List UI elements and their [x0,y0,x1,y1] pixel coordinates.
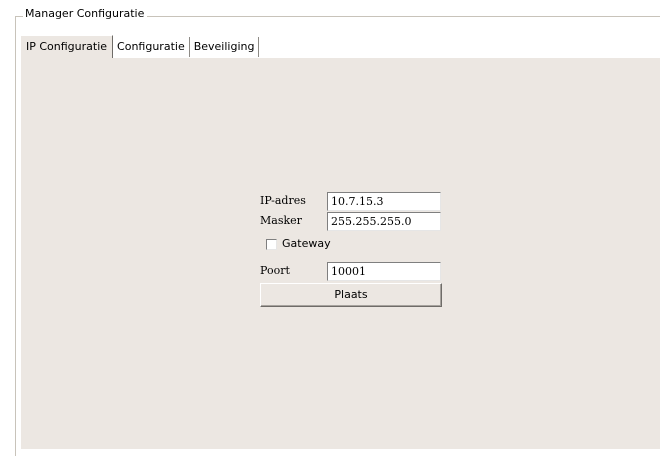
place-button[interactable]: Plaats [260,283,442,307]
group-title: Manager Configuratie [23,7,148,21]
gateway-label: Gateway [282,237,331,250]
ip-address-label: IP-adres [260,194,306,207]
tab-beveiliging[interactable]: Beveiliging [189,37,260,57]
tab-panel-ip-configuratie: IP-adres 10.7.15.3 Masker 255.255.255.0 … [20,57,660,449]
tab-strip: IP Configuratie Configuratie Beveiliging [20,35,260,58]
mask-label: Masker [260,214,302,227]
mask-field[interactable]: 255.255.255.0 [327,212,441,231]
port-label: Poort [260,264,290,277]
gateway-checkbox[interactable] [266,239,277,250]
ip-address-field[interactable]: 10.7.15.3 [327,192,441,211]
port-field[interactable]: 10001 [327,262,441,281]
tab-configuratie[interactable]: Configuratie [113,37,190,57]
tab-ip-configuratie[interactable]: IP Configuratie [20,35,114,58]
